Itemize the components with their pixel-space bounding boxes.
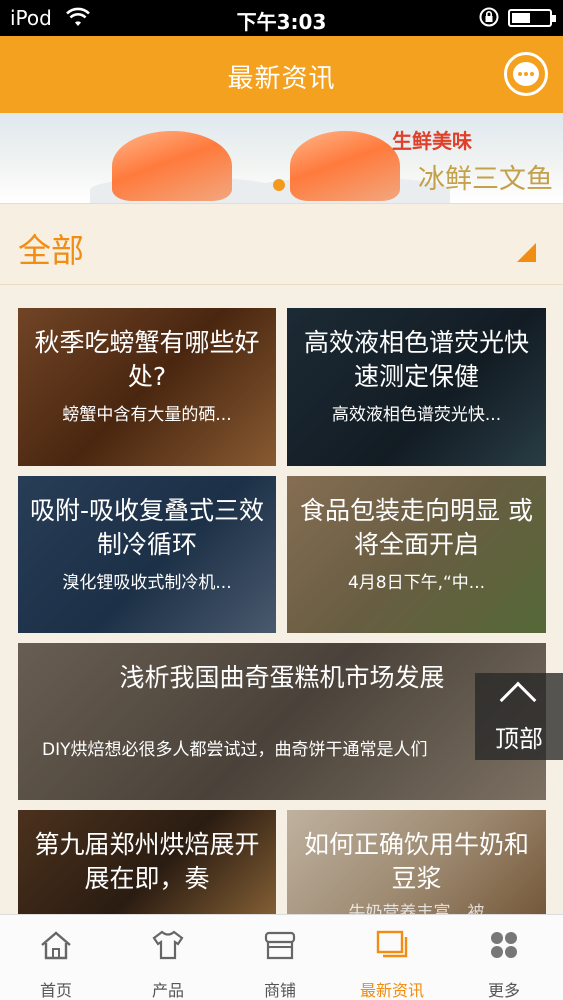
- news-card[interactable]: 秋季吃螃蟹有哪些好处? 螃蟹中含有大量的硒...: [18, 308, 276, 466]
- shop-icon: [264, 931, 296, 960]
- tab-news[interactable]: 最新资讯: [336, 915, 448, 1000]
- news-card[interactable]: 浅析我国曲奇蛋糕机市场发展 DIY烘焙想必很多人都尝试过，曲奇饼干通常是人们: [18, 643, 546, 800]
- news-icon: [376, 930, 408, 958]
- rotation-lock-icon: [479, 7, 499, 27]
- news-title: 秋季吃螃蟹有哪些好处?: [34, 328, 260, 391]
- news-card[interactable]: 吸附-吸收复叠式三效制冷循环 溴化锂吸收式制冷机...: [18, 476, 276, 633]
- shirt-icon: [152, 930, 184, 960]
- back-to-top-label: 顶部: [495, 725, 543, 753]
- battery-icon: [508, 9, 556, 27]
- tab-products[interactable]: 产品: [112, 915, 224, 1000]
- tab-shops[interactable]: 商铺: [224, 915, 336, 1000]
- news-card[interactable]: 第九届郑州烘焙展开展在即，奏: [18, 810, 276, 914]
- news-desc: 溴化锂吸收式制冷机...: [62, 573, 232, 593]
- salmon-image: [290, 131, 400, 201]
- news-card[interactable]: 高效液相色谱荧光快速测定保健 高效液相色谱荧光快...: [287, 308, 546, 466]
- news-title: 浅析我国曲奇蛋糕机市场发展: [119, 663, 445, 692]
- carousel-indicator[interactable]: [273, 179, 285, 191]
- back-to-top-button[interactable]: 顶部: [475, 673, 563, 760]
- news-title: 吸附-吸收复叠式三效制冷循环: [29, 496, 265, 559]
- news-desc: 螃蟹中含有大量的硒...: [62, 405, 232, 425]
- tab-label: 最新资讯: [359, 981, 424, 1000]
- news-title: 食品包装走向明显 或将全面开启: [300, 496, 533, 559]
- chat-bubble-icon[interactable]: [504, 52, 548, 96]
- news-desc: 高效液相色谱荧光快...: [331, 405, 502, 425]
- tab-label: 更多: [487, 981, 520, 1000]
- home-icon: [41, 931, 71, 960]
- tab-label: 首页: [39, 981, 72, 1000]
- status-bar: iPod 下午3:03: [0, 0, 563, 36]
- news-title: 如何正确饮用牛奶和豆浆: [303, 830, 529, 893]
- bottom-tab-bar: 首页 产品 商铺 最新资讯 更多: [0, 914, 563, 1000]
- grid-icon: [491, 932, 517, 958]
- news-title: 高效液相色谱荧光快速测定保健: [303, 328, 529, 391]
- news-desc: DIY烘焙想必很多人都尝试过，曲奇饼干通常是人们: [42, 740, 428, 760]
- tab-label: 产品: [151, 981, 184, 1000]
- tab-home[interactable]: 首页: [0, 915, 112, 1000]
- tab-label: 商铺: [263, 981, 296, 1000]
- news-card[interactable]: 如何正确饮用牛奶和豆浆 牛奶营养丰富，被: [287, 810, 546, 914]
- banner-tagline: 生鲜美味: [392, 129, 472, 153]
- salmon-image: [112, 131, 232, 201]
- chevron-up-icon: [499, 681, 537, 719]
- app-header: 最新资讯: [0, 36, 563, 113]
- news-desc: 牛奶营养丰富，被: [348, 903, 485, 914]
- page-title: 最新资讯: [227, 64, 336, 94]
- banner-subtitle: 冰鲜三文鱼: [418, 164, 553, 195]
- promo-banner[interactable]: 生鲜美味 冰鲜三文鱼: [0, 113, 563, 203]
- dropdown-triangle-icon: [517, 243, 536, 262]
- news-desc: 4月8日下午,“中...: [347, 573, 486, 593]
- tab-more[interactable]: 更多: [448, 915, 560, 1000]
- category-label: 全部: [18, 231, 84, 270]
- category-dropdown[interactable]: 全部: [0, 203, 563, 285]
- news-card[interactable]: 食品包装走向明显 或将全面开启 4月8日下午,“中...: [287, 476, 546, 633]
- news-title: 第九届郑州烘焙展开展在即，奏: [34, 830, 260, 893]
